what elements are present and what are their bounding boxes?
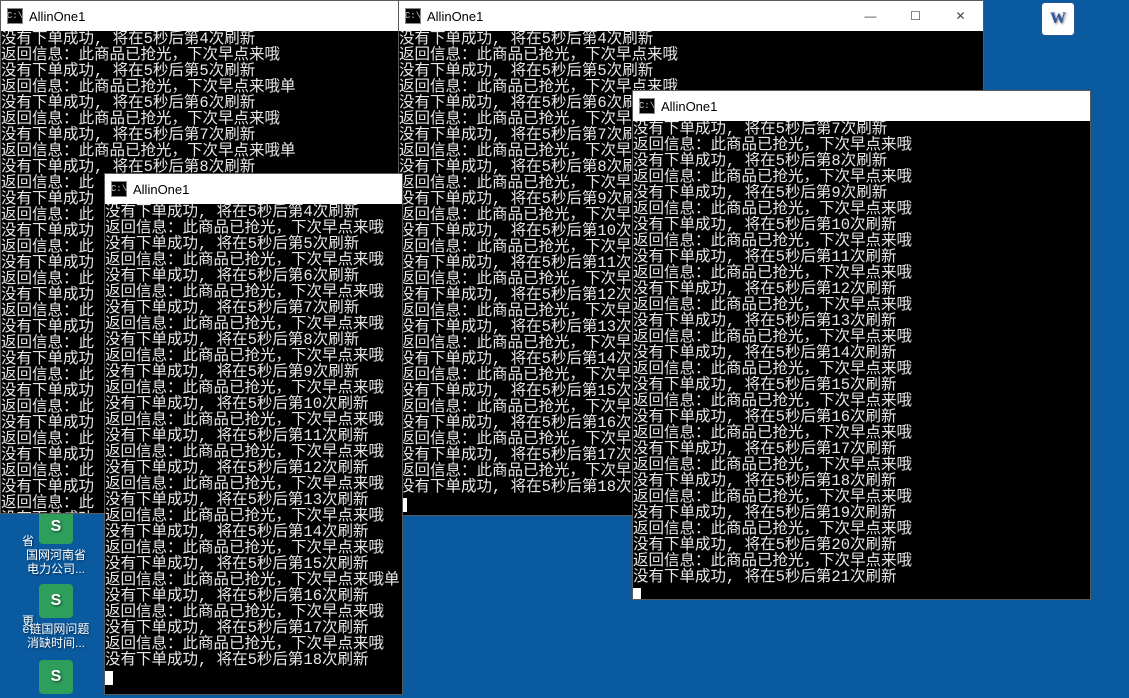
window-title: AllinOne1 xyxy=(133,182,189,197)
minimize-button[interactable]: — xyxy=(848,1,893,31)
spreadsheet-icon: S xyxy=(39,660,73,694)
cursor xyxy=(633,588,641,599)
spreadsheet-icon: S xyxy=(39,584,73,618)
cmd-icon: C:\ xyxy=(111,181,127,197)
cmd-icon: C:\ xyxy=(7,8,23,24)
spreadsheet-icon: S xyxy=(39,510,73,544)
window-title: AllinOne1 xyxy=(661,99,717,114)
console-window-2[interactable]: C:\ AllinOne1 没有下单成功, 将在5秒后第4次刷新 返回信息：此商品已… xyxy=(104,173,403,695)
console-window-4[interactable]: C:\ AllinOne1 没有下单成功, 将在5秒后第7次刷新 返回信息：此商品已… xyxy=(632,90,1091,600)
maximize-button[interactable]: ☐ xyxy=(893,1,938,31)
titlebar[interactable]: C:\ AllinOne1 xyxy=(633,91,1090,121)
desktop-icon-file-2[interactable]: S e链国网问题 消缺时间... xyxy=(18,584,94,650)
console-output: 没有下单成功, 将在5秒后第7次刷新 返回信息：此商品已抢光，下次早点来哦 没有… xyxy=(633,121,1090,599)
window-title: AllinOne1 xyxy=(427,9,483,24)
titlebar[interactable]: C:\ AllinOne1 —☐✕ xyxy=(399,1,983,31)
cmd-icon: C:\ xyxy=(405,8,421,24)
word-icon: W xyxy=(1041,2,1075,36)
desktop-icon-word[interactable]: W xyxy=(1020,2,1096,40)
desktop-icon-file-3[interactable]: S xyxy=(18,660,94,698)
cursor xyxy=(105,671,113,685)
close-button[interactable]: ✕ xyxy=(938,1,983,31)
titlebar[interactable]: C:\ AllinOne1 xyxy=(1,1,402,31)
desktop-label: 国网河南省 电力公司... xyxy=(26,548,86,576)
console-output: 没有下单成功, 将在5秒后第4次刷新 返回信息：此商品已抢光，下次早点来哦 没有… xyxy=(105,204,402,694)
window-title: AllinOne1 xyxy=(29,9,85,24)
desktop-label: e链国网问题 消缺时间... xyxy=(23,622,90,650)
desktop-icon-file-1[interactable]: S 国网河南省 电力公司... xyxy=(18,510,94,576)
cmd-icon: C:\ xyxy=(639,98,655,114)
titlebar[interactable]: C:\ AllinOne1 xyxy=(105,174,402,204)
